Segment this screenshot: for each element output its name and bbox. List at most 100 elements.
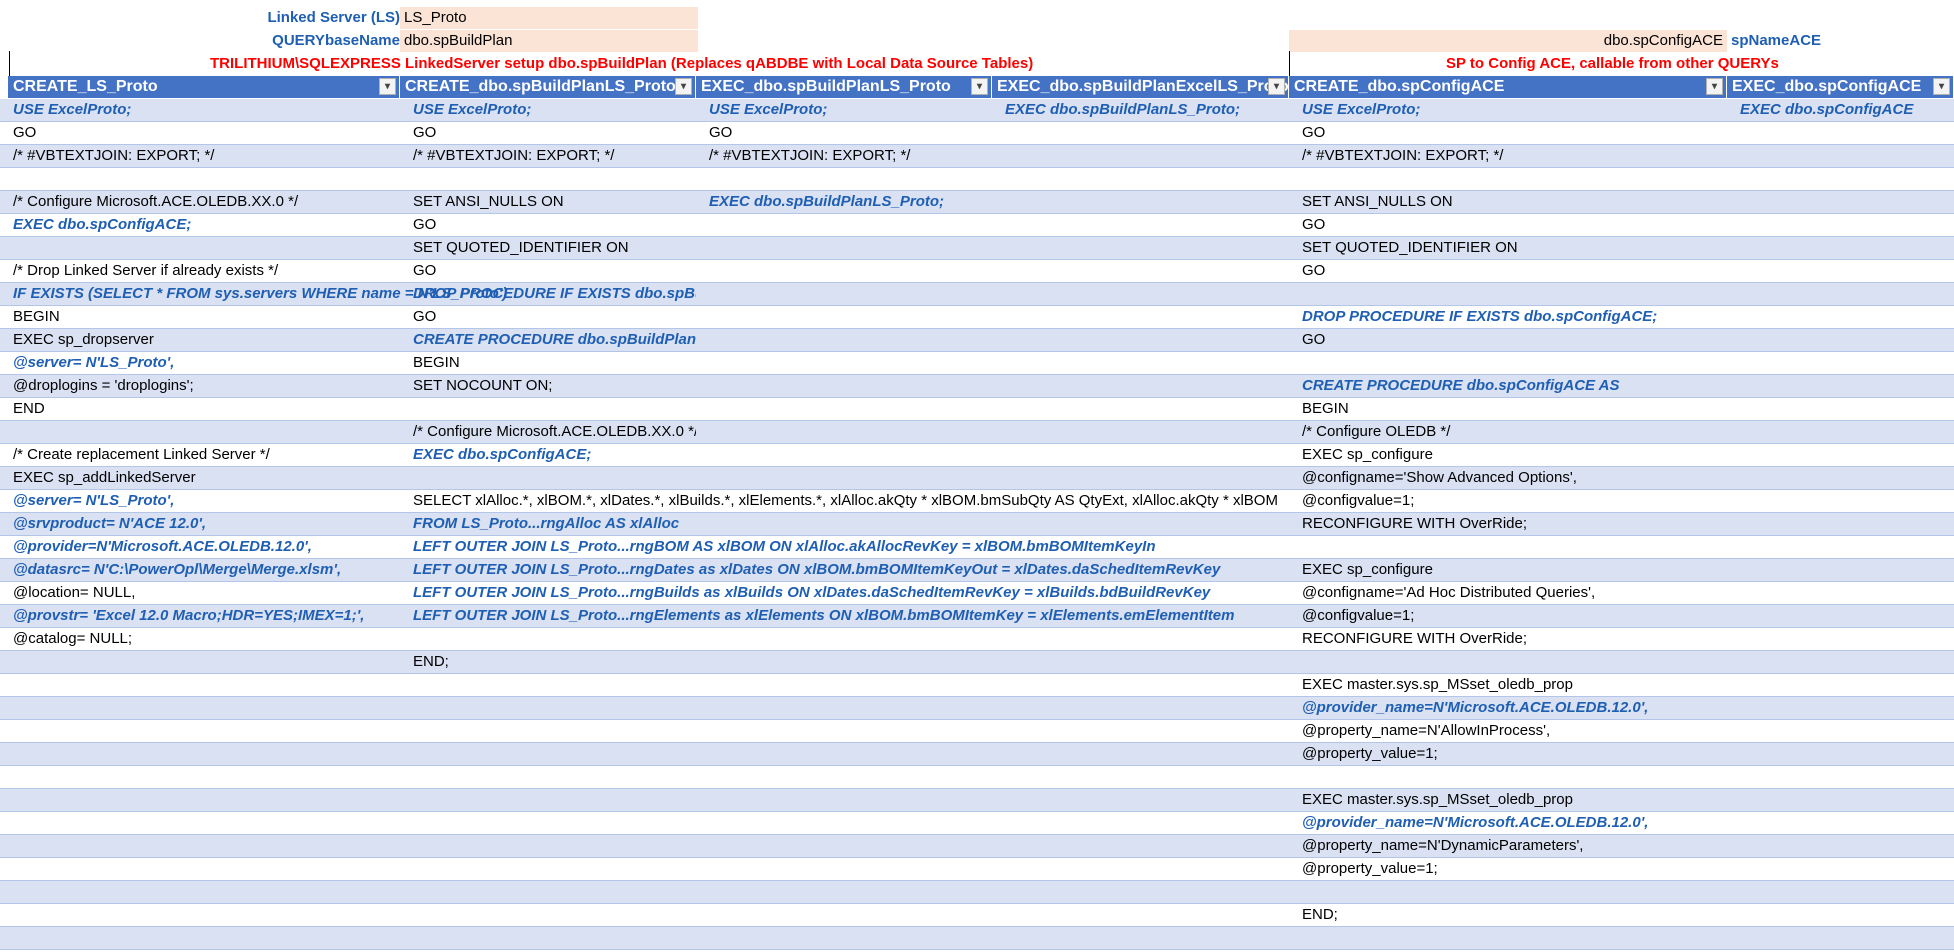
table-cell[interactable]: USE ExcelProto; bbox=[696, 99, 992, 121]
table-cell[interactable] bbox=[992, 674, 1289, 696]
table-cell[interactable] bbox=[992, 720, 1289, 742]
table-cell[interactable]: BEGIN bbox=[0, 306, 400, 328]
table-cell[interactable] bbox=[992, 191, 1289, 213]
table-cell[interactable] bbox=[696, 513, 992, 535]
table-cell[interactable] bbox=[1727, 329, 1954, 351]
table-cell[interactable] bbox=[992, 329, 1289, 351]
table-cell[interactable] bbox=[696, 720, 992, 742]
table-cell[interactable]: @configvalue=1; bbox=[1289, 605, 1727, 627]
table-cell[interactable]: EXEC sp_configure bbox=[1289, 444, 1727, 466]
table-cell[interactable]: EXEC dbo.spConfigACE; bbox=[0, 214, 400, 236]
table-cell[interactable] bbox=[992, 858, 1289, 880]
table-cell[interactable] bbox=[992, 145, 1289, 167]
table-cell[interactable] bbox=[1727, 352, 1954, 374]
table-cell[interactable] bbox=[1727, 191, 1954, 213]
table-cell[interactable]: RECONFIGURE WITH OverRide; bbox=[1289, 628, 1727, 650]
table-cell[interactable]: @datasrc= N'C:\PowerOpl\Merge\Merge.xlsm… bbox=[0, 559, 400, 581]
table-cell[interactable] bbox=[992, 766, 1289, 788]
table-cell[interactable] bbox=[1727, 789, 1954, 811]
table-cell[interactable]: GO bbox=[400, 260, 696, 282]
table-cell[interactable] bbox=[0, 421, 400, 443]
table-cell[interactable] bbox=[992, 214, 1289, 236]
table-cell[interactable]: GO bbox=[400, 306, 696, 328]
table-cell[interactable]: RECONFIGURE WITH OverRide; bbox=[1289, 513, 1727, 535]
table-cell[interactable]: @droplogins = 'droplogins'; bbox=[0, 375, 400, 397]
table-cell[interactable] bbox=[696, 674, 992, 696]
table-cell[interactable] bbox=[696, 260, 992, 282]
table-cell[interactable] bbox=[992, 605, 1289, 627]
table-cell[interactable] bbox=[992, 582, 1289, 604]
table-cell[interactable] bbox=[1289, 283, 1727, 305]
table-cell[interactable]: @property_name=N'AllowInProcess', bbox=[1289, 720, 1727, 742]
table-cell[interactable] bbox=[400, 398, 696, 420]
linked-server-input[interactable]: LS_Proto bbox=[400, 7, 698, 29]
table-cell[interactable]: LEFT OUTER JOIN LS_Proto...rngBOM AS xlB… bbox=[400, 536, 1156, 558]
table-cell[interactable] bbox=[0, 697, 400, 719]
table-cell[interactable]: @catalog= NULL; bbox=[0, 628, 400, 650]
table-cell[interactable] bbox=[1727, 513, 1954, 535]
table-cell[interactable]: SET QUOTED_IDENTIFIER ON bbox=[400, 237, 696, 259]
filter-dropdown-icon[interactable]: ▾ bbox=[1933, 78, 1950, 95]
table-cell[interactable]: @location= NULL, bbox=[0, 582, 400, 604]
table-cell[interactable] bbox=[696, 766, 992, 788]
column-header-1[interactable]: CREATE_dbo.spBuildPlanLS_Proto ▾ bbox=[400, 76, 696, 98]
table-cell[interactable] bbox=[992, 904, 1289, 926]
table-cell[interactable] bbox=[1727, 858, 1954, 880]
table-cell[interactable] bbox=[1289, 352, 1727, 374]
table-cell[interactable] bbox=[1289, 536, 1727, 558]
table-cell[interactable]: EXEC master.sys.sp_MSset_oledb_prop bbox=[1289, 674, 1727, 696]
table-cell[interactable] bbox=[1727, 283, 1954, 305]
table-cell[interactable] bbox=[400, 904, 696, 926]
table-cell[interactable]: @provider=N'Microsoft.ACE.OLEDB.12.0', bbox=[0, 536, 400, 558]
table-cell[interactable]: GO bbox=[400, 214, 696, 236]
table-cell[interactable] bbox=[696, 375, 992, 397]
table-cell[interactable]: GO bbox=[1289, 122, 1727, 144]
table-cell[interactable] bbox=[696, 559, 992, 581]
table-cell[interactable] bbox=[696, 168, 992, 190]
filter-dropdown-icon[interactable]: ▾ bbox=[379, 78, 396, 95]
table-cell[interactable]: DROP PROCEDURE IF EXISTS dbo.spBuildPlan… bbox=[400, 283, 696, 305]
table-cell[interactable]: SELECT xlAlloc.*, xlBOM.*, xlDates.*, xl… bbox=[400, 490, 1278, 512]
table-cell[interactable] bbox=[0, 812, 400, 834]
table-cell[interactable] bbox=[1727, 743, 1954, 765]
table-cell[interactable]: IF EXISTS (SELECT * FROM sys.servers WHE… bbox=[0, 283, 507, 305]
query-basename-input[interactable]: dbo.spBuildPlan bbox=[400, 30, 698, 52]
table-cell[interactable] bbox=[1727, 835, 1954, 857]
table-cell[interactable] bbox=[696, 490, 992, 512]
table-cell[interactable] bbox=[696, 536, 992, 558]
table-cell[interactable] bbox=[1727, 927, 1954, 949]
table-cell[interactable]: /* Create replacement Linked Server */ bbox=[0, 444, 400, 466]
table-cell[interactable] bbox=[0, 720, 400, 742]
table-cell[interactable] bbox=[1727, 260, 1954, 282]
table-cell[interactable]: /* Configure Microsoft.ACE.OLEDB.XX.0 */ bbox=[400, 421, 696, 443]
table-cell[interactable] bbox=[1727, 697, 1954, 719]
table-cell[interactable] bbox=[1289, 766, 1727, 788]
table-cell[interactable] bbox=[992, 789, 1289, 811]
table-cell[interactable] bbox=[1289, 651, 1727, 673]
table-cell[interactable] bbox=[696, 835, 992, 857]
table-cell[interactable] bbox=[1727, 122, 1954, 144]
table-cell[interactable] bbox=[1727, 605, 1954, 627]
table-cell[interactable] bbox=[992, 812, 1289, 834]
table-cell[interactable] bbox=[0, 881, 400, 903]
column-header-2[interactable]: EXEC_dbo.spBuildPlanLS_Proto ▾ bbox=[696, 76, 992, 98]
table-cell[interactable]: /* #VBTEXTJOIN: EXPORT; */ bbox=[696, 145, 992, 167]
table-cell[interactable]: @server= N'LS_Proto', bbox=[0, 490, 400, 512]
table-cell[interactable] bbox=[400, 927, 696, 949]
table-cell[interactable]: /* Drop Linked Server if already exists … bbox=[0, 260, 400, 282]
table-cell[interactable]: SET NOCOUNT ON; bbox=[400, 375, 696, 397]
table-cell[interactable]: BEGIN bbox=[1289, 398, 1727, 420]
table-cell[interactable] bbox=[400, 812, 696, 834]
table-cell[interactable] bbox=[696, 881, 992, 903]
table-cell[interactable] bbox=[992, 375, 1289, 397]
table-cell[interactable]: EXEC dbo.spConfigACE; bbox=[400, 444, 696, 466]
table-cell[interactable] bbox=[0, 927, 400, 949]
table-cell[interactable]: FROM LS_Proto...rngAlloc AS xlAlloc bbox=[400, 513, 696, 535]
table-cell[interactable] bbox=[1289, 927, 1727, 949]
table-cell[interactable]: END; bbox=[1289, 904, 1727, 926]
table-cell[interactable]: @server= N'LS_Proto', bbox=[0, 352, 400, 374]
table-cell[interactable] bbox=[1727, 375, 1954, 397]
table-cell[interactable] bbox=[992, 444, 1289, 466]
table-cell[interactable] bbox=[992, 835, 1289, 857]
column-header-5[interactable]: EXEC_dbo.spConfigACE ▾ bbox=[1727, 76, 1954, 98]
